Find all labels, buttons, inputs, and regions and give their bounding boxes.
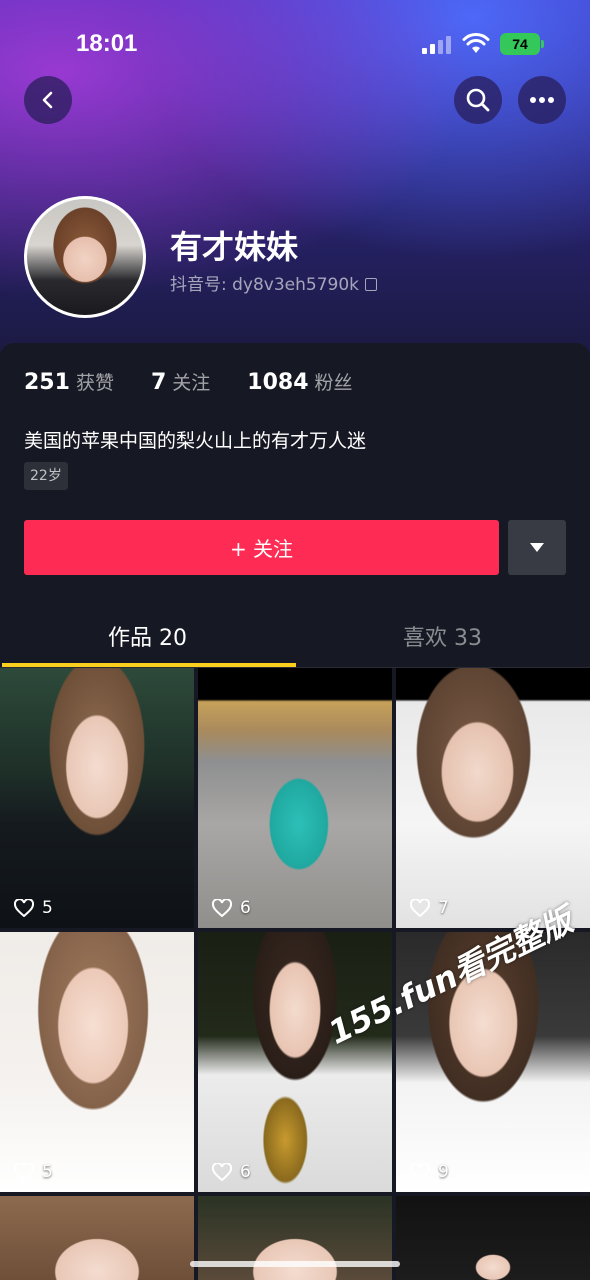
chevron-down-icon	[530, 543, 544, 552]
search-icon	[466, 88, 490, 112]
video-thumbnail[interactable]: 5	[0, 932, 194, 1192]
likes-count: 251	[24, 370, 70, 395]
likes-label: 获赞	[75, 372, 114, 394]
video-likes: 5	[14, 1162, 53, 1182]
video-likes-count: 6	[240, 1162, 251, 1182]
video-likes: 6	[212, 898, 251, 918]
heart-icon	[212, 1163, 232, 1181]
video-thumbnail[interactable]	[0, 1196, 194, 1280]
follow-button[interactable]: + 关注	[24, 520, 499, 575]
video-thumbnail[interactable]: 7	[396, 668, 590, 928]
follow-button-label: + 关注	[229, 537, 294, 561]
video-likes: 5	[14, 898, 53, 918]
more-actions-dropdown-button[interactable]	[508, 520, 566, 575]
video-thumbnail[interactable]: 6	[198, 668, 392, 928]
heart-icon	[14, 899, 34, 917]
douyin-id: 抖音号: dy8v3eh5790k	[170, 275, 360, 295]
video-likes: 9	[410, 1162, 449, 1182]
more-icon	[530, 97, 554, 103]
heart-icon	[410, 899, 430, 917]
back-icon	[42, 91, 53, 109]
video-likes-count: 9	[438, 1162, 449, 1182]
video-likes-count: 7	[438, 898, 449, 918]
video-likes-count: 5	[42, 1162, 53, 1182]
home-indicator	[190, 1261, 400, 1267]
profile-nickname: 有才妹妹	[170, 228, 299, 266]
wifi-icon	[462, 33, 490, 53]
heart-icon	[410, 1163, 430, 1181]
video-likes-count: 6	[240, 898, 251, 918]
heart-icon	[14, 1163, 34, 1181]
copy-icon[interactable]	[365, 278, 378, 291]
battery-level: 74	[512, 36, 528, 52]
followers-label: 粉丝	[314, 372, 353, 394]
tab-likes[interactable]: 喜欢 33	[295, 620, 590, 660]
video-thumbnail[interactable]: 6	[198, 932, 392, 1192]
video-likes-count: 5	[42, 898, 53, 918]
status-bar: 18:01 74	[0, 28, 590, 62]
followers-stat[interactable]: 1084 粉丝	[247, 370, 382, 395]
following-stat[interactable]: 7 关注	[151, 370, 240, 395]
video-likes: 7	[410, 898, 449, 918]
tab-works[interactable]: 作品 20	[0, 620, 295, 660]
profile-stats: 251 获赞 7 关注 1084 粉丝	[24, 368, 383, 395]
video-thumbnail[interactable]	[396, 1196, 590, 1280]
search-button[interactable]	[454, 76, 502, 124]
video-thumbnail[interactable]	[198, 1196, 392, 1280]
following-label: 关注	[172, 372, 211, 394]
battery-cap	[541, 40, 544, 48]
avatar[interactable]	[24, 196, 146, 318]
likes-stat[interactable]: 251 获赞	[24, 370, 144, 395]
battery-icon: 74	[500, 33, 540, 55]
signal-icon	[422, 36, 452, 54]
more-button[interactable]	[518, 76, 566, 124]
profile-bio: 美国的苹果中国的梨火山上的有才万人迷	[24, 430, 367, 452]
video-likes: 6	[212, 1162, 251, 1182]
douyin-id-row[interactable]: 抖音号: dy8v3eh5790k	[170, 270, 378, 295]
heart-icon	[212, 899, 232, 917]
status-time: 18:01	[76, 30, 138, 57]
following-count: 7	[150, 370, 167, 395]
followers-count: 1084	[247, 370, 309, 395]
video-thumbnail[interactable]: 5	[0, 668, 194, 928]
back-button[interactable]	[24, 76, 72, 124]
age-tag: 22岁	[24, 462, 68, 490]
